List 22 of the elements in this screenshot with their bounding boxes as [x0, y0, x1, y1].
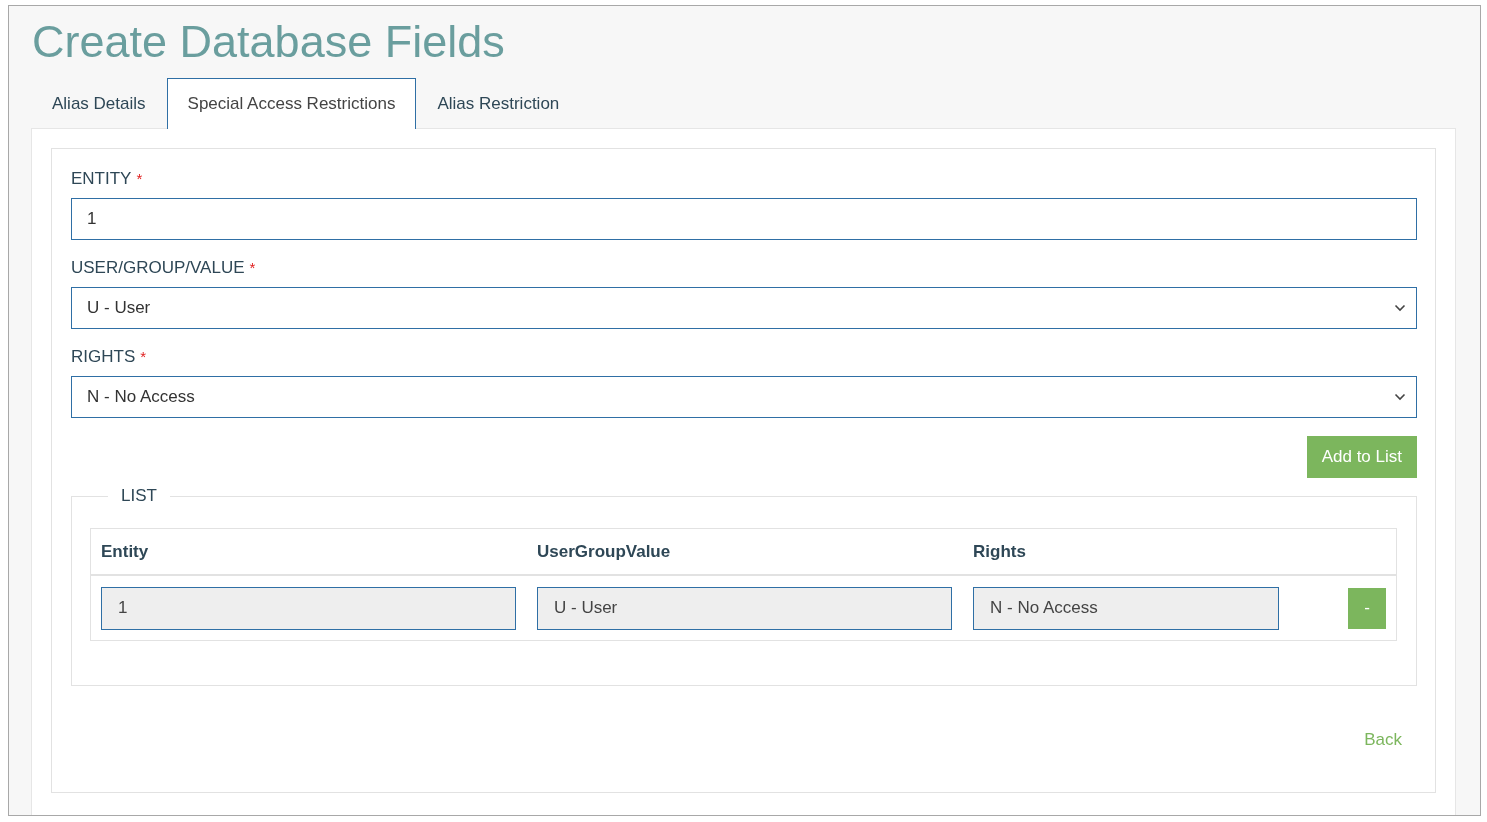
page-title: Create Database Fields [31, 15, 506, 68]
select-field[interactable]: N - No Access [71, 376, 1417, 418]
tab[interactable]: Alias Details [31, 78, 167, 129]
field-label: USER/GROUP/VALUE [71, 258, 245, 278]
required-mark: * [249, 259, 256, 276]
readonly-field: U - User [537, 586, 952, 630]
tab[interactable]: Special Access Restrictions [166, 78, 417, 129]
readonly-field: N - No Access [973, 586, 1279, 630]
chevron-down-icon [1394, 304, 1406, 312]
column-header: Entity [101, 541, 150, 562]
column-header: UserGroupValue [537, 541, 672, 562]
readonly-field: 1 [101, 586, 516, 630]
required-mark: * [140, 348, 147, 365]
field-label: ENTITY [71, 169, 132, 189]
tab[interactable]: Alias Restriction [416, 78, 581, 129]
input-field[interactable]: 1 [71, 198, 1417, 240]
field-label: RIGHTS [71, 347, 136, 367]
required-mark: * [136, 170, 143, 187]
select-field[interactable]: U - User [71, 287, 1417, 329]
column-header: Rights [973, 541, 1027, 562]
chevron-down-icon [1394, 393, 1406, 401]
list-legend: LIST [108, 486, 170, 506]
